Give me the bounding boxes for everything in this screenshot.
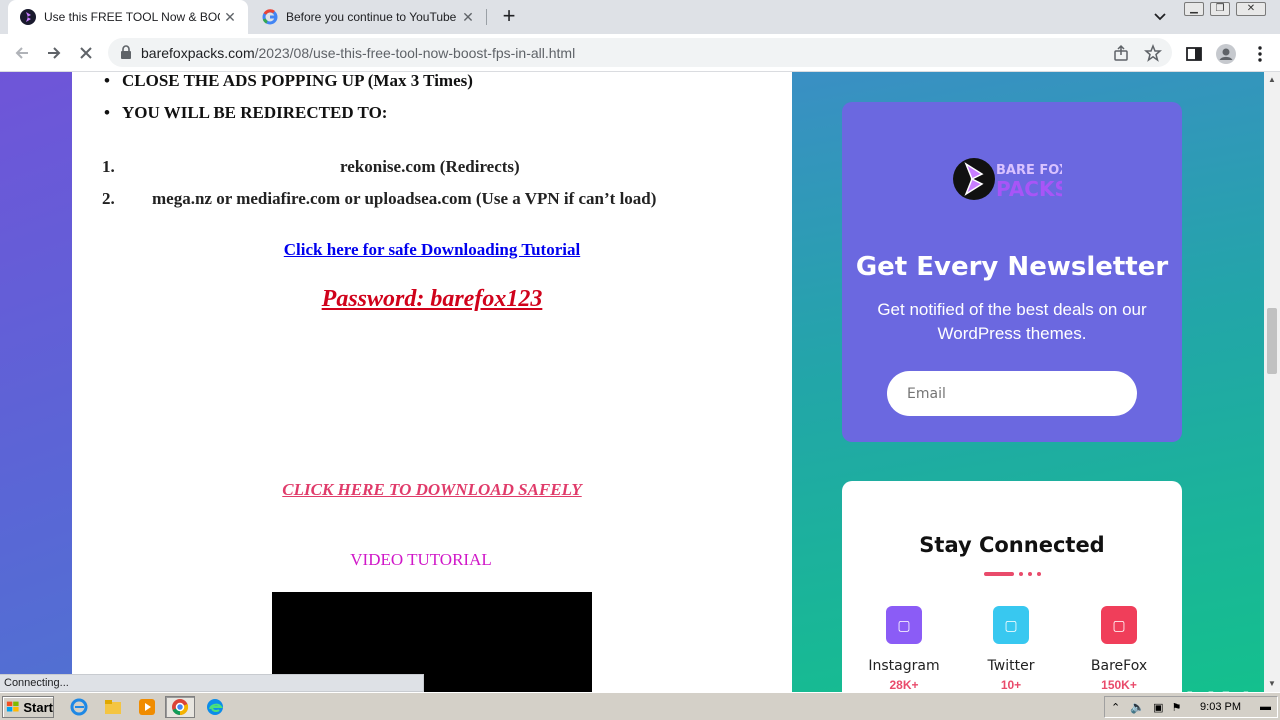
password-text: Password: barefox123 (321, 286, 543, 312)
google-favicon-icon (262, 9, 278, 25)
url-text: barefoxpacks.com/2023/08/use-this-free-t… (141, 45, 576, 61)
underline-dot (1019, 572, 1023, 576)
list-item: mega.nz or mediafire.com or uploadsea.co… (152, 189, 657, 208)
windows-taskbar: Start ⌃ 🔈 ▣ ⚑ 9:03 PM ▬ (0, 692, 1280, 720)
web-page: CLOSE THE ADS POPPING UP (Max 3 Times) Y… (0, 72, 1264, 692)
svg-text:BARE FOX: BARE FOX (996, 163, 1062, 178)
stay-connected-title: Stay Connected (919, 533, 1105, 557)
menu-kebab-icon[interactable] (1250, 44, 1270, 64)
volume-icon[interactable]: 🔈 (1130, 700, 1145, 714)
tab-strip: Use this FREE TOOL Now & BOOST F ✕ Befor… (0, 0, 1280, 34)
tab-barefox[interactable]: Use this FREE TOOL Now & BOOST F ✕ (8, 0, 248, 34)
twitter-icon[interactable]: ▢ (993, 606, 1029, 644)
instagram-icon[interactable]: ▢ (886, 606, 922, 644)
stop-loading-icon[interactable] (72, 39, 100, 67)
new-tab-icon[interactable]: + (498, 5, 520, 29)
video-tutorial-heading: VIDEO TUTORIAL (350, 550, 492, 569)
page-scrollbar[interactable]: ▲ ▼ (1264, 72, 1280, 692)
side-panel-icon[interactable] (1184, 44, 1204, 64)
start-label: Start (23, 699, 53, 715)
profile-avatar-icon[interactable] (1216, 44, 1236, 64)
lock-icon[interactable] (120, 45, 132, 64)
scroll-up-arrow-icon[interactable]: ▲ (1264, 72, 1280, 88)
close-tab-icon[interactable]: ✕ (460, 9, 476, 25)
scroll-down-arrow-icon[interactable]: ▼ (1264, 676, 1280, 692)
start-button[interactable]: Start (2, 696, 54, 718)
system-tray: ⌃ 🔈 ▣ ⚑ 9:03 PM ▬ (1104, 696, 1278, 718)
file-explorer-icon[interactable] (102, 697, 124, 717)
chrome-taskbar-icon[interactable] (165, 696, 195, 718)
sidebar: BARE FOX PACKS Get Every Newsletter Get … (792, 72, 1264, 692)
back-arrow-icon[interactable] (8, 39, 36, 67)
newsletter-card: BARE FOX PACKS Get Every Newsletter Get … (842, 102, 1182, 442)
title-underline (984, 572, 1014, 576)
scroll-thumb[interactable] (1267, 308, 1277, 374)
newsletter-description: Get notified of the best deals on our Wo… (877, 300, 1147, 343)
tray-expand-icon[interactable]: ⌃ (1111, 701, 1120, 714)
social-count: 28K+ (889, 678, 919, 692)
close-tab-icon[interactable]: ✕ (222, 9, 238, 25)
tab-title: Before you continue to YouTube (286, 10, 457, 24)
edge-icon[interactable] (204, 697, 226, 717)
share-icon[interactable] (1112, 44, 1130, 62)
tab-title: Use this FREE TOOL Now & BOOST F (44, 10, 220, 24)
barefox-social-icon[interactable]: ▢ (1101, 606, 1137, 644)
barefox-favicon-icon (20, 9, 36, 25)
address-bar[interactable]: barefoxpacks.com/2023/08/use-this-free-t… (108, 38, 1172, 67)
windows-logo-icon (6, 701, 19, 712)
article-content: CLOSE THE ADS POPPING UP (Max 3 Times) Y… (72, 72, 792, 692)
list-number: 1. (102, 157, 115, 176)
social-twitter[interactable]: ▢ Twitter 10+ (966, 606, 1056, 692)
underline-dot (1028, 572, 1032, 576)
social-name: BareFox (1090, 658, 1148, 674)
internet-explorer-icon[interactable] (68, 697, 90, 717)
close-window-icon[interactable]: ✕ (1236, 2, 1266, 16)
safe-download-tutorial-link[interactable]: Click here for safe Downloading Tutorial (72, 240, 792, 260)
social-instagram[interactable]: ▢ Instagram 28K+ (859, 606, 949, 692)
newsletter-title: Get Every Newsletter (855, 252, 1169, 282)
download-safely-link[interactable]: CLICK HERE TO DOWNLOAD SAFELY (72, 480, 792, 500)
barefox-logo: BARE FOX PACKS (952, 156, 1069, 202)
status-bubble: Connecting... (0, 674, 424, 692)
media-player-icon[interactable] (136, 697, 158, 717)
show-desktop-icon[interactable]: ▬ (1260, 701, 1271, 713)
tab-youtube[interactable]: Before you continue to YouTube ✕ (250, 0, 486, 34)
tab-divider (486, 9, 487, 25)
flag-icon[interactable]: ⚑ (1172, 701, 1182, 714)
list-item: CLOSE THE ADS POPPING UP (Max 3 Times) (104, 72, 473, 104)
anyrun-watermark: ANY RUN (1038, 682, 1254, 692)
svg-text:PACKS: PACKS (996, 177, 1062, 201)
forward-arrow-icon[interactable] (40, 39, 68, 67)
network-icon[interactable]: ▣ (1153, 701, 1163, 714)
email-field[interactable] (887, 371, 1137, 416)
social-name: Twitter (987, 658, 1035, 674)
tab-search-chevron-icon[interactable] (1150, 8, 1170, 26)
underline-dot (1037, 572, 1041, 576)
bookmark-star-icon[interactable] (1144, 43, 1162, 62)
instruction-list: CLOSE THE ADS POPPING UP (Max 3 Times) Y… (104, 72, 473, 136)
stay-connected-card: Stay Connected ▢ Instagram 28K+ ▢ Twitte… (842, 481, 1182, 692)
social-name: Instagram (868, 658, 940, 674)
browser-toolbar: barefoxpacks.com/2023/08/use-this-free-t… (0, 34, 1280, 72)
minimize-window-icon[interactable]: ▁ (1184, 2, 1204, 16)
restore-window-icon[interactable]: ❐ (1210, 2, 1230, 16)
social-barefox[interactable]: ▢ BareFox 150K+ (1074, 606, 1164, 692)
clock: 9:03 PM (1200, 701, 1241, 713)
list-item: YOU WILL BE REDIRECTED TO: (104, 104, 473, 136)
list-item: rekonise.com (Redirects) (340, 157, 520, 176)
list-number: 2. (102, 189, 115, 208)
